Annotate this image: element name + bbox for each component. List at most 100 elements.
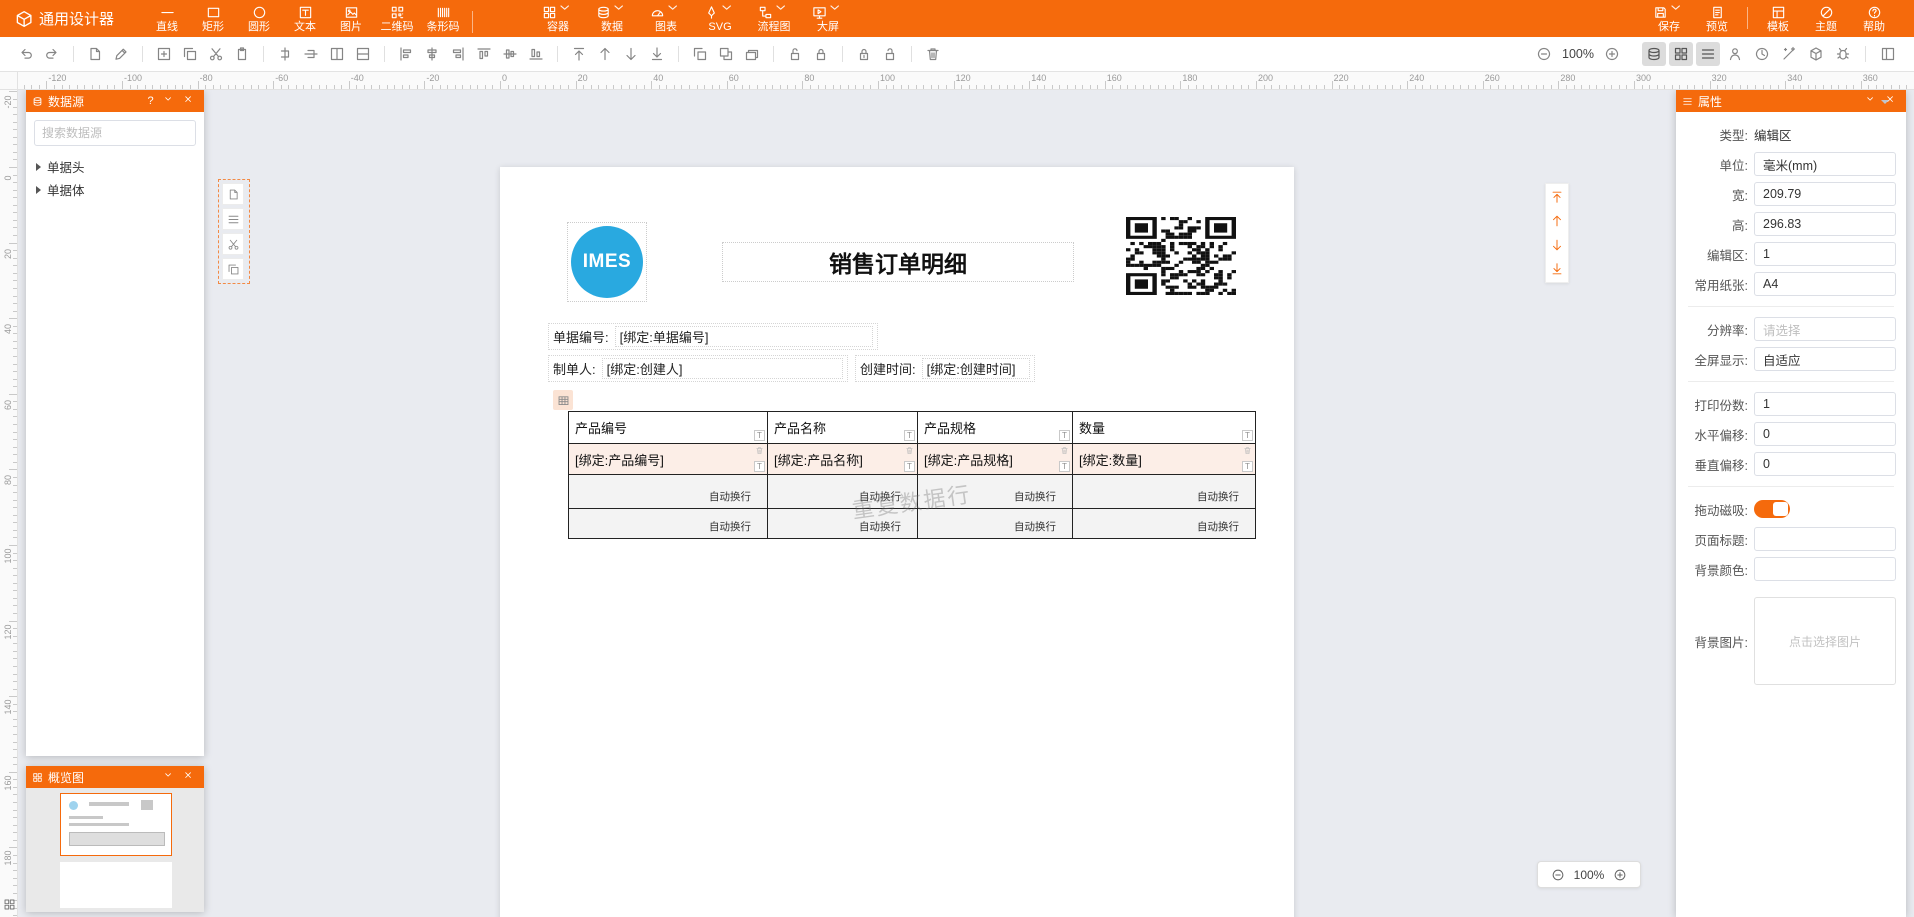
design-canvas[interactable]: IMES 销售订单明细 单据编号: [绑定:单据编号] 制单人: [绑定:创建人… [18, 90, 1914, 917]
zoom-in-button[interactable] [1600, 42, 1624, 66]
voffset-input[interactable]: 0 [1754, 452, 1896, 476]
tool-qrcode[interactable]: 二维码 [374, 0, 420, 37]
trash-icon[interactable] [921, 42, 945, 66]
tool-text[interactable]: 文本 [282, 0, 328, 37]
delete-binding-icon[interactable] [1243, 446, 1252, 455]
movebottom-icon[interactable] [645, 42, 669, 66]
resolution-select[interactable]: 请选择 [1754, 317, 1896, 341]
alignleft-icon[interactable] [394, 42, 418, 66]
table-wrap-cell[interactable]: 自动换行 [1073, 475, 1256, 509]
bgimage-picker[interactable]: 点击选择图片 [1754, 597, 1896, 685]
page-edit-area[interactable]: IMES 销售订单明细 单据编号: [绑定:单据编号] 制单人: [绑定:创建人… [500, 167, 1294, 917]
page-thumbnail-next[interactable] [60, 862, 172, 908]
paper-select[interactable]: A4 [1754, 272, 1896, 296]
front-icon[interactable] [688, 42, 712, 66]
table-settings-button[interactable] [553, 390, 573, 410]
save-button[interactable]: 保存 [1645, 0, 1693, 37]
delete-binding-icon[interactable] [755, 446, 764, 455]
hcenterline-icon[interactable] [299, 42, 323, 66]
bgcolor-input[interactable] [1754, 557, 1896, 581]
tool-line[interactable]: 直线 [144, 0, 190, 37]
table-wrap-cell[interactable]: 自动换行 [918, 475, 1073, 509]
field-maker-binding[interactable]: [绑定:创建人] [602, 358, 843, 379]
properties-panel-header[interactable]: 属性 [1676, 90, 1906, 112]
layers-icon[interactable] [740, 42, 764, 66]
tool-barcode[interactable]: 条形码 [420, 0, 466, 37]
panel-collapse-button[interactable] [1865, 94, 1880, 109]
debug[interactable] [1831, 42, 1855, 66]
table-header-cell[interactable]: 产品编号T [569, 412, 768, 444]
copydoc-icon[interactable] [178, 42, 202, 66]
zoom-out-button[interactable] [1551, 867, 1566, 882]
alignright-icon[interactable] [446, 42, 470, 66]
table-wrap-cell[interactable]: 自动换行 [569, 509, 768, 539]
tool-chart[interactable]: 图表 [639, 0, 693, 37]
aligntop-icon[interactable] [472, 42, 496, 66]
tool-svg[interactable]: SVG [693, 0, 747, 37]
logo-element[interactable]: IMES [567, 222, 647, 302]
copydoc-icon[interactable] [222, 258, 244, 280]
tool-container[interactable]: 容器 [531, 0, 585, 37]
text-handle-icon[interactable]: T [754, 461, 765, 472]
cut-icon[interactable] [204, 42, 228, 66]
page-thumbnail-viewport[interactable] [60, 793, 172, 856]
panel-help-button[interactable]: ? [143, 94, 158, 109]
vcenterline-icon[interactable] [273, 42, 297, 66]
collaborate[interactable] [1723, 42, 1747, 66]
template-button[interactable]: 模板 [1754, 0, 1802, 37]
overview-panel-header[interactable]: 概览图 [26, 766, 204, 788]
moveup-icon[interactable] [1549, 213, 1565, 229]
tree-item-header[interactable]: 单据头 [34, 155, 196, 178]
alignbottom-icon[interactable] [524, 42, 548, 66]
undo-icon[interactable] [14, 42, 38, 66]
overview-panel-toggle[interactable] [1669, 42, 1693, 66]
moveup-icon[interactable] [593, 42, 617, 66]
field-docno[interactable]: 单据编号: [绑定:单据编号] [548, 323, 878, 350]
list-icon[interactable] [222, 208, 244, 230]
text-handle-icon[interactable]: T [904, 430, 915, 441]
table-wrap-cell[interactable]: 自动换行 [768, 475, 918, 509]
table-header-cell[interactable]: 产品名称T [768, 412, 918, 444]
fullscreen-select[interactable]: 自适应 [1754, 347, 1896, 371]
field-docno-binding[interactable]: [绑定:单据编号] [615, 326, 873, 347]
text-handle-icon[interactable]: T [1242, 430, 1253, 441]
editarea-input[interactable]: 1 [1754, 242, 1896, 266]
redo-icon[interactable] [40, 42, 64, 66]
table-wrap-cell[interactable]: 自动换行 [918, 509, 1073, 539]
tool-data[interactable]: 数据 [585, 0, 639, 37]
movebottom-icon[interactable] [1549, 261, 1565, 277]
panel-collapse-button[interactable] [163, 770, 178, 785]
table-header-cell[interactable]: 数量T [1073, 412, 1256, 444]
unit-select[interactable]: 毫米(mm) [1754, 152, 1896, 176]
datasource-panel-toggle[interactable] [1642, 42, 1666, 66]
alignvmiddle-icon[interactable] [498, 42, 522, 66]
field-maker[interactable]: 制单人: [绑定:创建人] [548, 355, 848, 382]
panel-layout[interactable] [1876, 42, 1900, 66]
ruler-settings-icon[interactable] [3, 898, 16, 911]
text-handle-icon[interactable]: T [1059, 430, 1070, 441]
field-ctime-binding[interactable]: [绑定:创建时间] [922, 358, 1030, 379]
pagetitle-input[interactable] [1754, 527, 1896, 551]
snap-toggle[interactable] [1754, 500, 1790, 518]
table-wrap-cell[interactable]: 自动换行 [768, 509, 918, 539]
movetop-icon[interactable] [567, 42, 591, 66]
newfile-icon[interactable] [222, 183, 244, 205]
text-handle-icon[interactable]: T [1059, 461, 1070, 472]
panel-close-button[interactable] [183, 94, 198, 109]
unlock-icon[interactable] [783, 42, 807, 66]
tool-circle[interactable]: 圆形 [236, 0, 282, 37]
tool-image[interactable]: 图片 [328, 0, 374, 37]
overview-thumbnail-area[interactable] [26, 788, 204, 912]
width-input[interactable]: 209.79 [1754, 182, 1896, 206]
history[interactable] [1750, 42, 1774, 66]
alignhcenter-icon[interactable] [420, 42, 444, 66]
text-handle-icon[interactable]: T [904, 461, 915, 472]
magic-tool[interactable] [1777, 42, 1801, 66]
properties-panel-toggle[interactable] [1696, 42, 1720, 66]
table-header-cell[interactable]: 产品规格T [918, 412, 1073, 444]
movedown-icon[interactable] [619, 42, 643, 66]
brush-icon[interactable] [109, 42, 133, 66]
paste-icon[interactable] [230, 42, 254, 66]
table-binding-cell[interactable]: [绑定:产品名称]T [768, 444, 918, 475]
lockall-icon[interactable] [852, 42, 876, 66]
